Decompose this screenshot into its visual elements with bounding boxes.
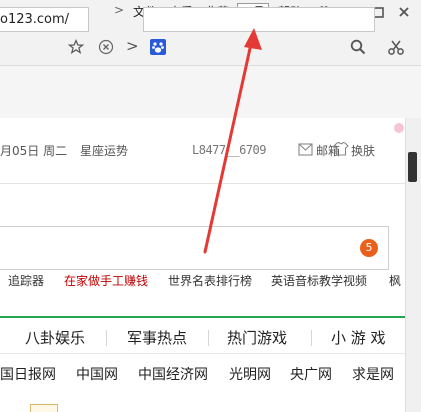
annotation-arrow-icon <box>203 28 262 254</box>
